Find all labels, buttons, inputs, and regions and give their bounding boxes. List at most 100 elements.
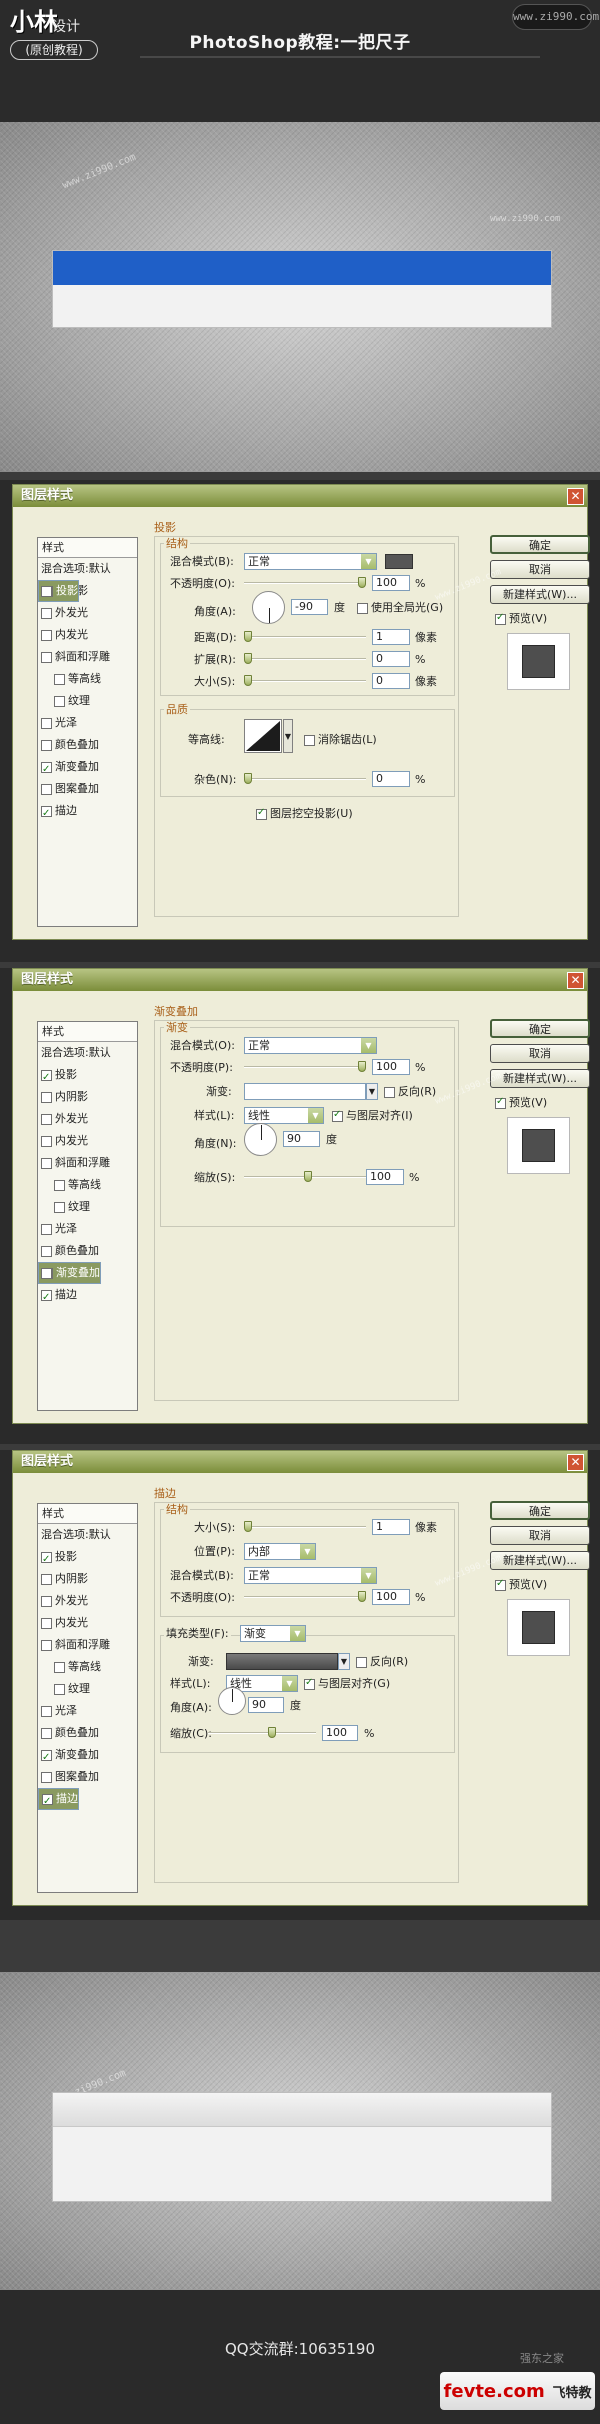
reverse-row[interactable]: 反向(R) — [384, 1085, 436, 1099]
style-item[interactable]: 斜面和浮雕 — [38, 646, 137, 668]
slider-knob[interactable] — [358, 1591, 366, 1602]
knockout-row[interactable]: 图层挖空投影(U) — [256, 806, 353, 821]
align-row[interactable]: 与图层对齐(G) — [304, 1676, 390, 1691]
chevron-down-icon[interactable]: ▼ — [361, 554, 376, 569]
style-item[interactable]: 混合选项:默认 — [38, 558, 137, 580]
styles-list-header[interactable]: 样式 — [38, 538, 137, 558]
checkbox[interactable] — [41, 1067, 52, 1086]
close-icon[interactable]: ✕ — [567, 488, 584, 505]
slider[interactable] — [244, 577, 366, 589]
checkbox[interactable] — [357, 602, 368, 614]
checkbox[interactable] — [41, 607, 52, 619]
style-item[interactable]: 颜色叠加 — [38, 1240, 137, 1262]
checkbox[interactable] — [41, 1549, 52, 1568]
style-item[interactable]: 颜色叠加 — [38, 734, 137, 756]
style-item[interactable]: 内阴影 — [38, 1086, 137, 1108]
fill-type-select[interactable]: 渐变 ▼ — [240, 1625, 306, 1642]
position-select[interactable]: 内部 ▼ — [244, 1543, 316, 1560]
opacity-input[interactable]: 100 — [372, 575, 410, 591]
slider-knob[interactable] — [358, 577, 366, 588]
close-icon[interactable]: ✕ — [567, 1454, 584, 1471]
slider[interactable] — [244, 1061, 366, 1073]
opacity-input[interactable]: 100 — [372, 1589, 410, 1605]
angle-input[interactable]: 90 — [283, 1131, 320, 1147]
size-input[interactable]: 0 — [372, 673, 410, 689]
noise-input[interactable]: 0 — [372, 771, 410, 787]
checkbox[interactable] — [54, 1201, 65, 1213]
style-item[interactable]: 光泽 — [38, 1700, 137, 1722]
style-item[interactable]: 内发光 — [38, 1130, 137, 1152]
chevron-down-icon[interactable]: ▼ — [290, 1626, 305, 1641]
preview-checkbox-row[interactable]: 预览(V) — [495, 611, 547, 626]
size-input[interactable]: 1 — [372, 1519, 410, 1535]
shadow-color-swatch[interactable] — [385, 554, 413, 569]
style-item[interactable]: 颜色叠加 — [38, 1722, 137, 1744]
slider-knob[interactable] — [304, 1171, 312, 1182]
slider[interactable] — [208, 1727, 316, 1739]
checkbox[interactable] — [41, 1113, 52, 1125]
style-item[interactable]: 混合选项:默认 — [38, 1524, 137, 1546]
style-item[interactable]: 内发光 — [38, 624, 137, 646]
style-item[interactable]: 外发光 — [38, 1590, 137, 1612]
style-item[interactable]: 斜面和浮雕 — [38, 1152, 137, 1174]
slider-knob[interactable] — [244, 653, 252, 664]
checkbox[interactable] — [41, 803, 52, 822]
antialias-row[interactable]: 消除锯齿(L) — [304, 733, 377, 747]
style-item[interactable]: 斜面和浮雕 — [38, 1634, 137, 1656]
chevron-down-icon[interactable]: ▼ — [361, 1038, 376, 1053]
slider[interactable] — [244, 1521, 366, 1533]
checkbox[interactable] — [41, 1091, 52, 1103]
style-item[interactable]: 内发光 — [38, 1612, 137, 1634]
chevron-down-icon[interactable]: ▼ — [283, 719, 293, 753]
checkbox[interactable] — [54, 1683, 65, 1695]
slider-knob[interactable] — [358, 1061, 366, 1072]
slider[interactable] — [244, 773, 366, 785]
checkbox[interactable] — [54, 695, 65, 707]
scale-input[interactable]: 100 — [322, 1725, 358, 1741]
style-item[interactable]: 等高线 — [38, 1174, 137, 1196]
checkbox[interactable] — [41, 629, 52, 641]
checkbox[interactable] — [41, 1595, 52, 1607]
distance-input[interactable]: 1 — [372, 629, 410, 645]
checkbox[interactable] — [304, 734, 315, 746]
slider[interactable] — [244, 631, 366, 643]
spread-input[interactable]: 0 — [372, 651, 410, 667]
checkbox[interactable] — [41, 651, 52, 663]
slider-knob[interactable] — [244, 675, 252, 686]
slider[interactable] — [244, 675, 366, 687]
angle-input[interactable]: 90 — [248, 1697, 284, 1713]
style-item[interactable]: 外发光 — [38, 602, 137, 624]
slider-knob[interactable] — [244, 631, 252, 642]
slider-knob[interactable] — [244, 773, 252, 784]
angle-dial[interactable] — [252, 591, 285, 624]
checkbox[interactable] — [42, 1791, 53, 1809]
checkbox[interactable] — [41, 1705, 52, 1717]
checkbox[interactable] — [41, 1245, 52, 1257]
checkbox[interactable] — [41, 1747, 52, 1766]
align-row[interactable]: 与图层对齐(I) — [332, 1108, 413, 1123]
angle-dial[interactable] — [244, 1123, 277, 1156]
gradient-picker[interactable] — [226, 1653, 338, 1670]
slider-knob[interactable] — [244, 1521, 252, 1532]
blend-mode-select[interactable]: 正常 ▼ — [244, 1567, 377, 1584]
style-item[interactable]: 光泽 — [38, 1218, 137, 1240]
style-item[interactable]: 光泽 — [38, 712, 137, 734]
checkbox[interactable] — [256, 806, 267, 820]
style-item[interactable]: 渐变叠加 — [38, 756, 137, 778]
chevron-down-icon[interactable]: ▼ — [338, 1653, 350, 1670]
preview-checkbox-row[interactable]: 预览(V) — [495, 1095, 547, 1110]
checkbox[interactable] — [54, 1661, 65, 1673]
brand-logo[interactable]: fevte.com 飞特教程网 — [440, 2372, 595, 2410]
blend-mode-select[interactable]: 正常 ▼ — [244, 1037, 377, 1054]
checkbox[interactable] — [41, 585, 52, 597]
scale-input[interactable]: 100 — [366, 1169, 404, 1185]
style-item[interactable]: 描边 — [38, 800, 137, 822]
style-item[interactable]: 描边 — [38, 1788, 79, 1810]
checkbox[interactable] — [304, 1676, 315, 1690]
global-light-row[interactable]: 使用全局光(G) — [357, 601, 443, 615]
checkbox[interactable] — [41, 1727, 52, 1739]
reverse-row[interactable]: 反向(R) — [356, 1655, 408, 1669]
ok-button[interactable]: 确定 — [490, 535, 590, 554]
style-item[interactable]: 纹理 — [38, 1678, 137, 1700]
style-item[interactable]: 内阴影 — [38, 1568, 137, 1590]
